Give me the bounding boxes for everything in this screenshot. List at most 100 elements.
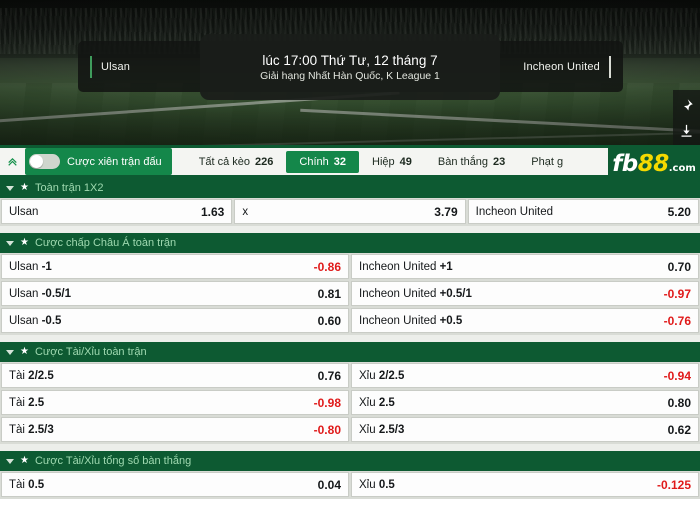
market-row: Tài 0.5 0.04 Xỉu 0.5 -0.125 — [0, 472, 700, 499]
odds-cell[interactable]: x 3.79 — [234, 199, 466, 224]
odds-cell[interactable]: Tài 2.5/3 -0.80 — [1, 417, 349, 442]
odds-cell-handicap: -0.5 — [38, 314, 62, 327]
odds-value: 0.81 — [317, 286, 341, 301]
odds-cell[interactable]: Incheon United +0.5/1 -0.97 — [351, 281, 699, 306]
fb88-logo[interactable]: fb88.com — [608, 145, 700, 184]
market-section-title: Cược Tài/Xỉu toàn trận — [34, 346, 147, 358]
tab-goals[interactable]: Bàn thắng 23 — [425, 151, 518, 173]
home-team: Ulsan — [78, 55, 130, 79]
odds-cell[interactable]: Ulsan -1 -0.86 — [1, 254, 349, 279]
star-icon[interactable]: ★ — [20, 347, 29, 357]
odds-cell[interactable]: Tài 2/2.5 0.76 — [1, 363, 349, 388]
odds-cell-label: Xỉu 2.5 — [359, 396, 395, 409]
tab-halves[interactable]: Hiệp 49 — [359, 151, 425, 173]
odds-cell[interactable]: Ulsan -0.5 0.60 — [1, 308, 349, 333]
odds-cell[interactable]: Ulsan -0.5/1 0.81 — [1, 281, 349, 306]
odds-cell-label: Incheon United — [475, 205, 554, 218]
market-row: Ulsan -0.5 0.60 Incheon United +0.5 -0.76 — [0, 308, 700, 335]
odds-value: 0.62 — [667, 422, 691, 437]
odds-cell-handicap: +1 — [436, 260, 453, 273]
markets-board: ★ Toàn trận 1X2 Ulsan 1.63 x 3.79 Incheon Unit… — [0, 178, 700, 499]
chevron-down-icon[interactable] — [6, 240, 14, 246]
download-icon[interactable] — [676, 119, 698, 141]
market-rows: Tài 2/2.5 0.76 Xỉu 2/2.5 -0.94 Tài 2.5 -0.98 X… — [0, 362, 700, 444]
tab-corners[interactable]: Phạt g — [518, 151, 576, 173]
odds-cell[interactable]: Xỉu 2/2.5 -0.94 — [351, 363, 699, 388]
match-kickoff-time: lúc 17:00 Thứ Tư, 12 tháng 7 — [262, 52, 438, 68]
odds-cell-label: Incheon United +1 — [359, 260, 453, 273]
odds-cell-label: Incheon United +0.5 — [359, 314, 463, 327]
odds-cell-label: Tài 2.5 — [9, 396, 45, 409]
odds-value: 0.80 — [667, 395, 691, 410]
odds-cell-handicap: -0.5/1 — [38, 287, 72, 300]
home-team-color-bar — [90, 55, 92, 78]
odds-cell-handicap: -1 — [38, 260, 52, 273]
tab-label: Hiệp — [372, 155, 395, 168]
odds-cell[interactable]: Incheon United +0.5 -0.76 — [351, 308, 699, 333]
match-hero-banner: Ulsan Incheon United lúc 17:00 Thứ Tư, 1… — [0, 0, 700, 145]
market-row: Tài 2/2.5 0.76 Xỉu 2/2.5 -0.94 — [0, 363, 700, 390]
tab-label: Chính — [299, 155, 329, 168]
odds-cell-handicap: 2.5 — [24, 396, 45, 409]
market-row: Tài 2.5 -0.98 Xỉu 2.5 0.80 — [0, 390, 700, 417]
star-icon[interactable]: ★ — [20, 183, 29, 193]
odds-cell[interactable]: Xỉu 2.5 0.80 — [351, 390, 699, 415]
odds-value: -0.125 — [656, 477, 691, 492]
star-icon[interactable]: ★ — [20, 456, 29, 466]
market-section: ★ Toàn trận 1X2 Ulsan 1.63 x 3.79 Incheon Unit… — [0, 178, 700, 226]
odds-value: 1.63 — [200, 204, 225, 219]
market-section: ★ Cược Tài/Xỉu tổng số bàn thắng Tài 0.5 0.… — [0, 451, 700, 499]
match-info-panel: lúc 17:00 Thứ Tư, 12 tháng 7 Giải hạng N… — [200, 34, 500, 100]
market-section-title: Toàn trận 1X2 — [34, 182, 104, 194]
market-section-header[interactable]: ★ Cược chấp Châu Á toàn trận — [0, 233, 700, 253]
tab-main[interactable]: Chính 32 — [286, 150, 360, 173]
odds-cell[interactable]: Ulsan 1.63 — [1, 199, 233, 224]
odds-cell-label: Tài 2/2.5 — [9, 369, 54, 382]
odds-value: -0.98 — [313, 395, 341, 410]
chevron-down-icon[interactable] — [6, 349, 14, 355]
odds-value: 0.70 — [667, 259, 691, 274]
odds-cell-handicap: 2/2.5 — [24, 369, 54, 382]
market-row: Ulsan -1 -0.86 Incheon United +1 0.70 — [0, 254, 700, 281]
odds-cell-label: Tài 2.5/3 — [9, 423, 54, 436]
odds-cell-label: Incheon United +0.5/1 — [359, 287, 472, 300]
tab-label: Tất cả kèo — [198, 155, 251, 168]
odds-cell-label: Xỉu 2/2.5 — [359, 369, 405, 382]
odds-cell[interactable]: Tài 2.5 -0.98 — [1, 390, 349, 415]
chevron-down-icon[interactable] — [6, 185, 14, 191]
chevron-up-icon[interactable] — [1, 148, 23, 175]
market-section-header[interactable]: ★ Cược Tài/Xỉu tổng số bàn thắng — [0, 451, 700, 471]
parlay-switch-knob — [30, 155, 43, 168]
tab-count: 226 — [255, 155, 274, 168]
market-section-header[interactable]: ★ Toàn trận 1X2 — [0, 178, 700, 198]
star-icon[interactable]: ★ — [20, 238, 29, 248]
odds-cell-handicap: 0.5 — [375, 478, 395, 491]
odds-cell-handicap: +0.5 — [436, 314, 463, 327]
odds-cell-label: Ulsan -1 — [9, 260, 52, 273]
odds-cell-label: x — [242, 205, 249, 218]
parlay-switch[interactable] — [29, 154, 60, 169]
odds-cell[interactable]: Xỉu 2.5/3 0.62 — [351, 417, 699, 442]
tab-count: 32 — [333, 155, 347, 168]
odds-cell[interactable]: Incheon United +1 0.70 — [351, 254, 699, 279]
odds-cell-label: Tài 0.5 — [9, 478, 45, 491]
odds-cell[interactable]: Xỉu 0.5 -0.125 — [351, 472, 699, 497]
odds-value: -0.86 — [313, 259, 341, 274]
hero-icon-rail — [673, 90, 700, 145]
tab-count: 23 — [493, 155, 506, 168]
market-section-header[interactable]: ★ Cược Tài/Xỉu toàn trận — [0, 342, 700, 362]
pin-icon[interactable] — [676, 94, 698, 116]
odds-cell-handicap: 0.5 — [24, 478, 45, 491]
tab-all-odds[interactable]: Tất cả kèo 226 — [186, 151, 287, 173]
parlay-toggle[interactable]: Cược xiên trận đấu — [25, 148, 172, 175]
odds-cell-label: Ulsan — [9, 205, 39, 218]
odds-cell[interactable]: Tài 0.5 0.04 — [1, 472, 349, 497]
odds-cell-handicap: 2.5/3 — [24, 423, 54, 436]
odds-cell[interactable]: Incheon United 5.20 — [467, 199, 699, 224]
odds-cell-label: Xỉu 0.5 — [359, 478, 395, 491]
odds-cell-label: Xỉu 2.5/3 — [359, 423, 405, 436]
away-team-name: Incheon United — [523, 60, 600, 73]
chevron-down-icon[interactable] — [6, 458, 14, 464]
market-section-title: Cược chấp Châu Á toàn trận — [34, 237, 177, 249]
odds-value: 3.79 — [434, 204, 458, 219]
